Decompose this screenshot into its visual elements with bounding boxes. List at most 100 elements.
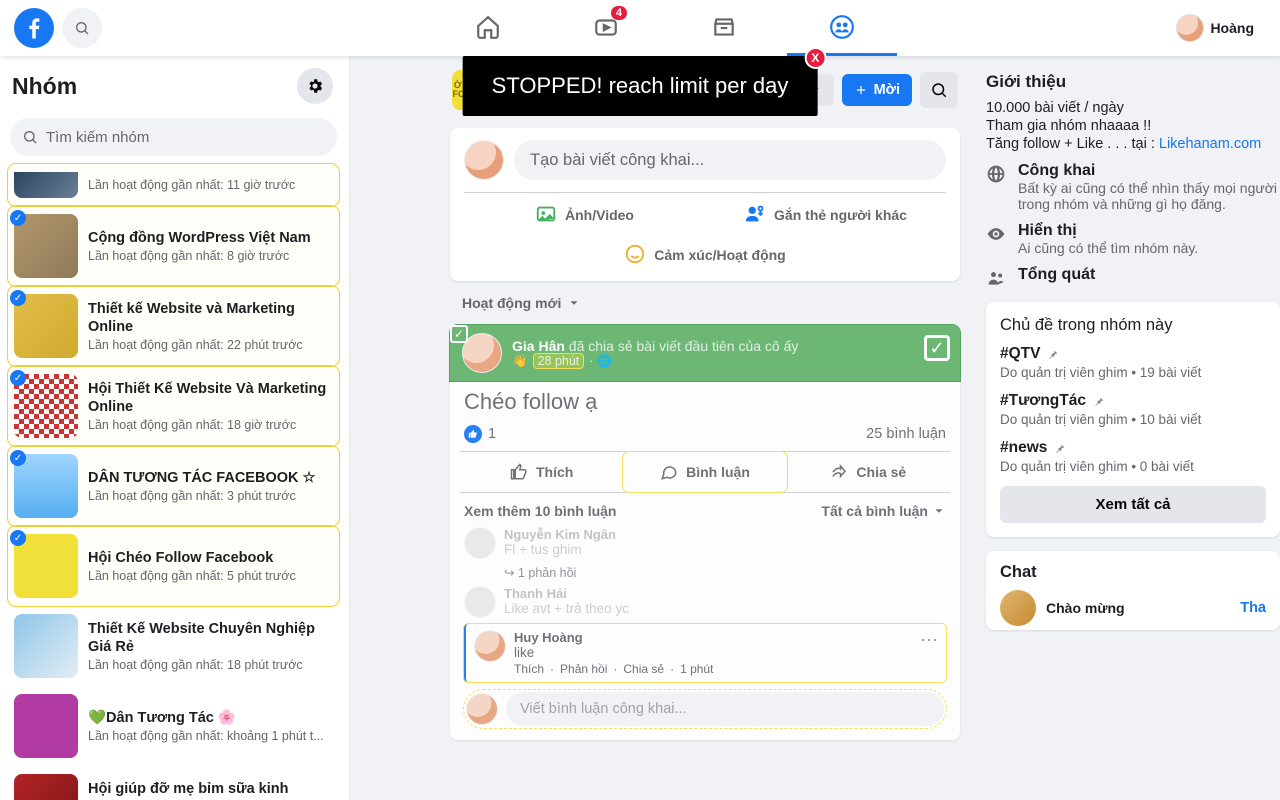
group-activity: Lần hoạt động gần nhất: 8 giờ trước (88, 249, 311, 263)
globe-icon (986, 164, 1006, 184)
check-icon: ✓ (10, 210, 26, 226)
all-comments-dropdown[interactable]: Tất cả bình luận (821, 503, 946, 519)
group-name: Hội giúp đỡ mẹ bỉm sữa kinh doanh online (88, 780, 333, 800)
nav-watch[interactable]: 4 (551, 0, 661, 56)
hashtag-sub: Do quản trị viên ghim • 0 bài viết (1000, 459, 1266, 474)
sidebar-group-item[interactable]: ✓Hội Chéo Follow FacebookLần hoạt động g… (8, 526, 339, 606)
group-activity: Lần hoạt động gần nhất: khoảng 1 phút t.… (88, 729, 324, 743)
about-section: Giới thiệu 10.000 bài viết / ngày Tham g… (986, 72, 1280, 288)
chat-room-name[interactable]: Chào mừng (1046, 600, 1125, 616)
avatar[interactable] (464, 586, 496, 618)
hashtag[interactable]: #QTV (1000, 345, 1266, 363)
groups-settings-button[interactable] (297, 68, 333, 104)
alert-close-button[interactable]: X (804, 47, 826, 69)
composer-photo-button[interactable]: Ảnh/Video (464, 195, 705, 235)
avatar[interactable] (464, 527, 496, 559)
group-thumb: ✓ (14, 214, 78, 278)
like-count[interactable]: 1 (464, 425, 496, 443)
own-comment-text: like (514, 645, 912, 660)
check-icon: ✓ (10, 290, 26, 306)
hashtag[interactable]: #TươngTác (1000, 392, 1266, 410)
nav-home[interactable] (433, 0, 543, 56)
comment-write-row: Viết bình luận công khai... (464, 690, 946, 728)
sidebar-group-item[interactable]: ✓DÂN TƯƠNG TÁC FACEBOOK ☆Lần hoạt động g… (8, 446, 339, 526)
chat-join-button[interactable]: Tha (1240, 600, 1266, 616)
avatar[interactable] (466, 693, 498, 725)
sidebar-group-item[interactable]: ✓Cộng đồng WordPress Việt NamLần hoạt độ… (8, 206, 339, 286)
new-member-icon: 👋 (512, 354, 528, 369)
post-text: Chéo follow ạ (464, 389, 946, 415)
sidebar-group-item[interactable]: Lần hoạt động gần nhất: 11 giờ trước (8, 164, 339, 206)
eye-icon (986, 224, 1006, 244)
avatar[interactable] (474, 630, 506, 662)
groups-list: Lần hoạt động gần nhất: 11 giờ trước✓Cộn… (8, 164, 339, 800)
post-author[interactable]: Gia Hân (512, 338, 565, 354)
profile-pill[interactable]: Hoàng (1172, 10, 1264, 46)
sidebar-group-item[interactable]: Hội giúp đỡ mẹ bỉm sữa kinh doanh online… (8, 766, 339, 800)
groups-search-input[interactable]: Tìm kiếm nhóm (10, 118, 337, 156)
post-author-suffix: đã chia sẻ bài viết đầu tiên của cô ấy (569, 338, 799, 354)
group-thumb (14, 774, 78, 800)
info-visible: Hiển thị Ai cũng có thể tìm nhóm này. (986, 222, 1280, 256)
nav-marketplace[interactable] (669, 0, 779, 56)
comment-text: Like avt + trả theo yc (504, 601, 629, 616)
app-header: 4 Hoàng (0, 0, 1280, 56)
own-share[interactable]: Chia sẻ (623, 662, 664, 676)
invite-button[interactable]: Mời (842, 74, 912, 106)
groups-search-placeholder: Tìm kiếm nhóm (46, 129, 149, 146)
group-thumb: ✓ (14, 454, 78, 518)
facebook-logo[interactable] (14, 8, 54, 48)
see-all-button[interactable]: Xem tất cả (1000, 486, 1266, 523)
group-name: Hội Chéo Follow Facebook (88, 549, 296, 567)
about-link[interactable]: Likehanam.com (1159, 136, 1261, 152)
comment-author[interactable]: Nguyễn Kim Ngân (504, 527, 616, 542)
share-button[interactable]: Chia sẻ (787, 452, 950, 492)
info-general: Tổng quát (986, 266, 1280, 288)
check-icon: ✓ (450, 325, 468, 343)
avatar[interactable] (462, 333, 502, 373)
nav-groups[interactable] (787, 0, 897, 56)
comment-author[interactable]: Thanh Hải (504, 586, 629, 601)
chevron-down-icon (567, 296, 581, 310)
sidebar-group-item[interactable]: ✓Hội Thiết Kế Website Và Marketing Onlin… (8, 366, 339, 446)
post-time[interactable]: 28 phút (534, 354, 584, 368)
global-search-button[interactable] (62, 8, 102, 48)
comment-button[interactable]: Bình luận (623, 452, 786, 492)
pin-icon (1046, 348, 1059, 361)
composer-input[interactable]: Tạo bài viết công khai... (514, 140, 946, 180)
sidebar-group-item[interactable]: 💚Dân Tương Tác 🌸 Lần hoạt động gần nhất: … (8, 686, 339, 766)
group-activity: Lần hoạt động gần nhất: 18 phút trước (88, 658, 333, 672)
sidebar-title: Nhóm (12, 73, 77, 100)
chat-card: Chat Chào mừng Tha (986, 551, 1280, 630)
sidebar-group-item[interactable]: Thiết Kế Website Chuyên Nghiệp Giá RẻLần… (8, 606, 339, 686)
alert-overlay: STOPPED! reach limit per day X (463, 56, 818, 116)
comment: Nguyễn Kim NgânFl + tus ghim (464, 527, 946, 559)
comment-replies[interactable]: ↪ 1 phản hồi (504, 565, 946, 580)
group-activity: Lần hoạt động gần nhất: 3 phút trước (88, 489, 316, 503)
group-thumb (14, 694, 78, 758)
composer-feeling-button[interactable]: Cảm xúc/Hoạt động (464, 235, 946, 275)
right-column: Giới thiệu 10.000 bài viết / ngày Tham g… (974, 56, 1280, 800)
group-search-button[interactable] (920, 72, 958, 108)
post-header: ✓ Gia Hân đã chia sẻ bài viết đầu tiên c… (450, 325, 960, 381)
avatar[interactable] (464, 140, 504, 180)
avatar[interactable] (1000, 590, 1036, 626)
check-icon: ✓ (10, 370, 26, 386)
sidebar-group-item[interactable]: ✓Thiết kế Website và Marketing OnlineLần… (8, 286, 339, 366)
own-like[interactable]: Thích (514, 662, 544, 676)
group-thumb: ✓ (14, 374, 78, 438)
comment-count[interactable]: 25 bình luận (866, 426, 946, 442)
chevron-down-icon (932, 504, 946, 518)
hashtag[interactable]: #news (1000, 439, 1266, 457)
own-reply[interactable]: Phản hồi (560, 662, 607, 676)
sort-dropdown[interactable]: Hoạt động mới (450, 295, 960, 311)
about-title: Giới thiệu (986, 72, 1280, 92)
more-comments-link[interactable]: Xem thêm 10 bình luận (464, 503, 616, 519)
write-comment-input[interactable]: Viết bình luận công khai... (506, 692, 944, 726)
own-comment-author[interactable]: Huy Hoàng (514, 630, 912, 645)
composer-tag-button[interactable]: Gắn thẻ người khác (705, 195, 946, 235)
more-icon[interactable]: ⋯ (920, 630, 938, 651)
like-button[interactable]: Thích (460, 452, 623, 492)
group-name: 💚Dân Tương Tác 🌸 (88, 709, 324, 727)
like-icon (464, 425, 482, 443)
